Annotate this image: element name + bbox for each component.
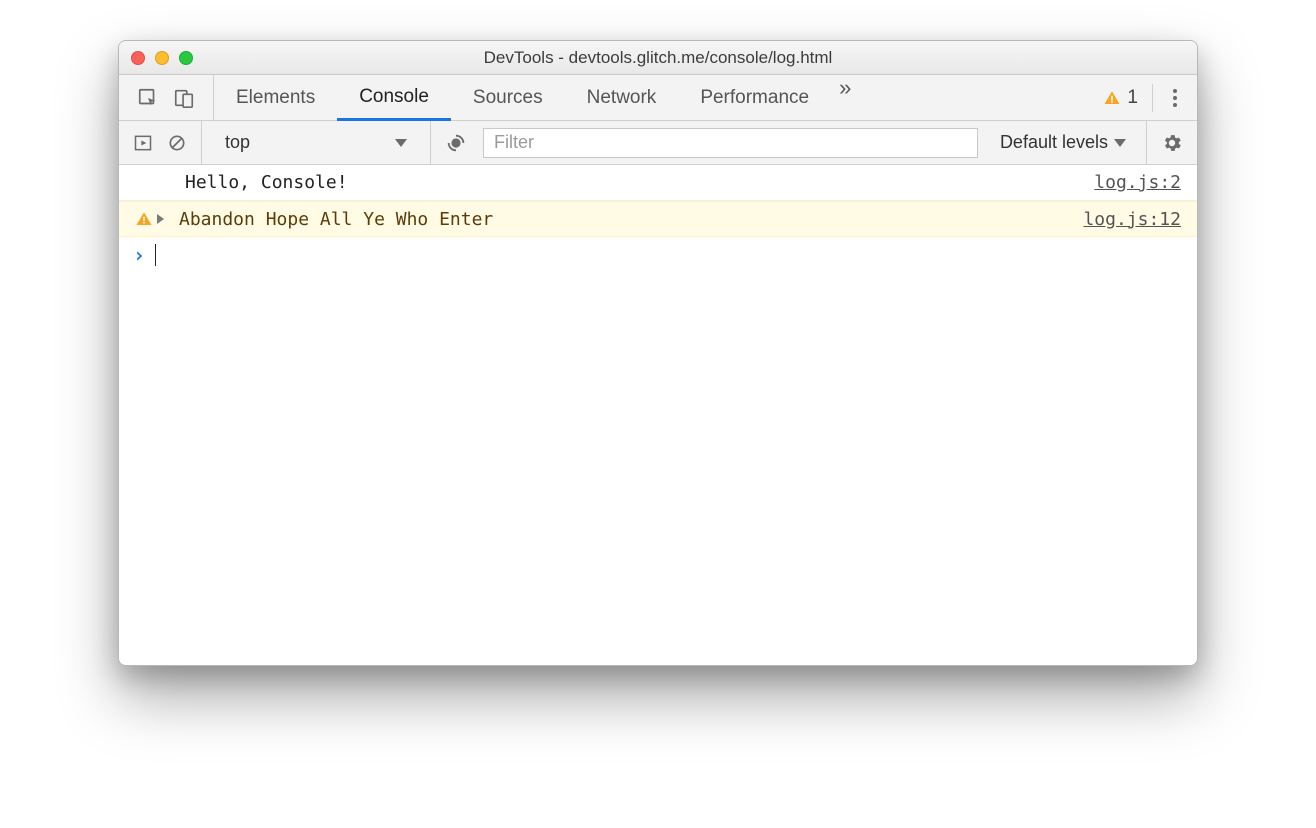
tab-console-label: Console	[359, 86, 429, 108]
tab-console[interactable]: Console	[337, 75, 451, 121]
clear-console-icon[interactable]	[167, 133, 187, 153]
filter-input[interactable]	[483, 128, 978, 158]
execution-context-selector[interactable]: top	[216, 128, 416, 158]
separator	[1152, 84, 1153, 112]
warning-count: 1	[1127, 87, 1138, 109]
device-toolbar-icon[interactable]	[173, 87, 195, 109]
disclosure-triangle-icon[interactable]	[157, 214, 164, 224]
issues-counter[interactable]: 1	[1103, 87, 1138, 109]
prompt-caret-icon: ›	[129, 243, 153, 267]
console-toolbar: top Default levels	[119, 121, 1197, 165]
window-title: DevTools - devtools.glitch.me/console/lo…	[119, 48, 1197, 68]
chevron-down-icon	[395, 139, 407, 147]
devtools-window: DevTools - devtools.glitch.me/console/lo…	[118, 40, 1198, 666]
console-row-warn: Abandon Hope All Ye Who Enter log.js:12	[119, 201, 1197, 237]
titlebar: DevTools - devtools.glitch.me/console/lo…	[119, 41, 1197, 75]
warning-icon	[135, 210, 153, 228]
main-tabbar: Elements Console Sources Network Perform…	[119, 75, 1197, 121]
close-window-button[interactable]	[131, 51, 145, 65]
tab-performance-label: Performance	[700, 87, 809, 109]
execution-context-label: top	[225, 132, 250, 153]
zoom-window-button[interactable]	[179, 51, 193, 65]
console-settings-icon[interactable]	[1147, 132, 1197, 154]
tab-elements[interactable]: Elements	[214, 75, 337, 120]
inspect-element-icon[interactable]	[137, 87, 159, 109]
toggle-sidebar-icon[interactable]	[133, 133, 153, 153]
tab-elements-label: Elements	[236, 87, 315, 109]
log-levels-selector[interactable]: Default levels	[994, 132, 1132, 153]
tab-sources-label: Sources	[473, 87, 543, 109]
tab-performance[interactable]: Performance	[678, 75, 831, 120]
minimize-window-button[interactable]	[155, 51, 169, 65]
console-prompt[interactable]: ›	[119, 237, 1197, 273]
console-output: Hello, Console! log.js:2 Abandon Hope Al…	[119, 165, 1197, 665]
console-message: Hello, Console!	[179, 172, 1094, 193]
tab-sources[interactable]: Sources	[451, 75, 565, 120]
source-link[interactable]: log.js:12	[1083, 209, 1181, 230]
tab-network-label: Network	[587, 87, 657, 109]
live-expression-icon[interactable]	[445, 132, 467, 154]
settings-menu-button[interactable]	[1167, 83, 1183, 113]
log-levels-label: Default levels	[1000, 132, 1108, 153]
warning-icon	[1103, 89, 1121, 107]
chevron-down-icon	[1114, 139, 1126, 147]
source-link[interactable]: log.js:2	[1094, 172, 1181, 193]
tab-network[interactable]: Network	[565, 75, 679, 120]
console-message: Abandon Hope All Ye Who Enter	[179, 209, 1083, 230]
console-row-log: Hello, Console! log.js:2	[119, 165, 1197, 201]
traffic-lights	[131, 51, 193, 65]
more-tabs-button[interactable]: »	[831, 75, 859, 120]
text-cursor	[155, 244, 156, 266]
